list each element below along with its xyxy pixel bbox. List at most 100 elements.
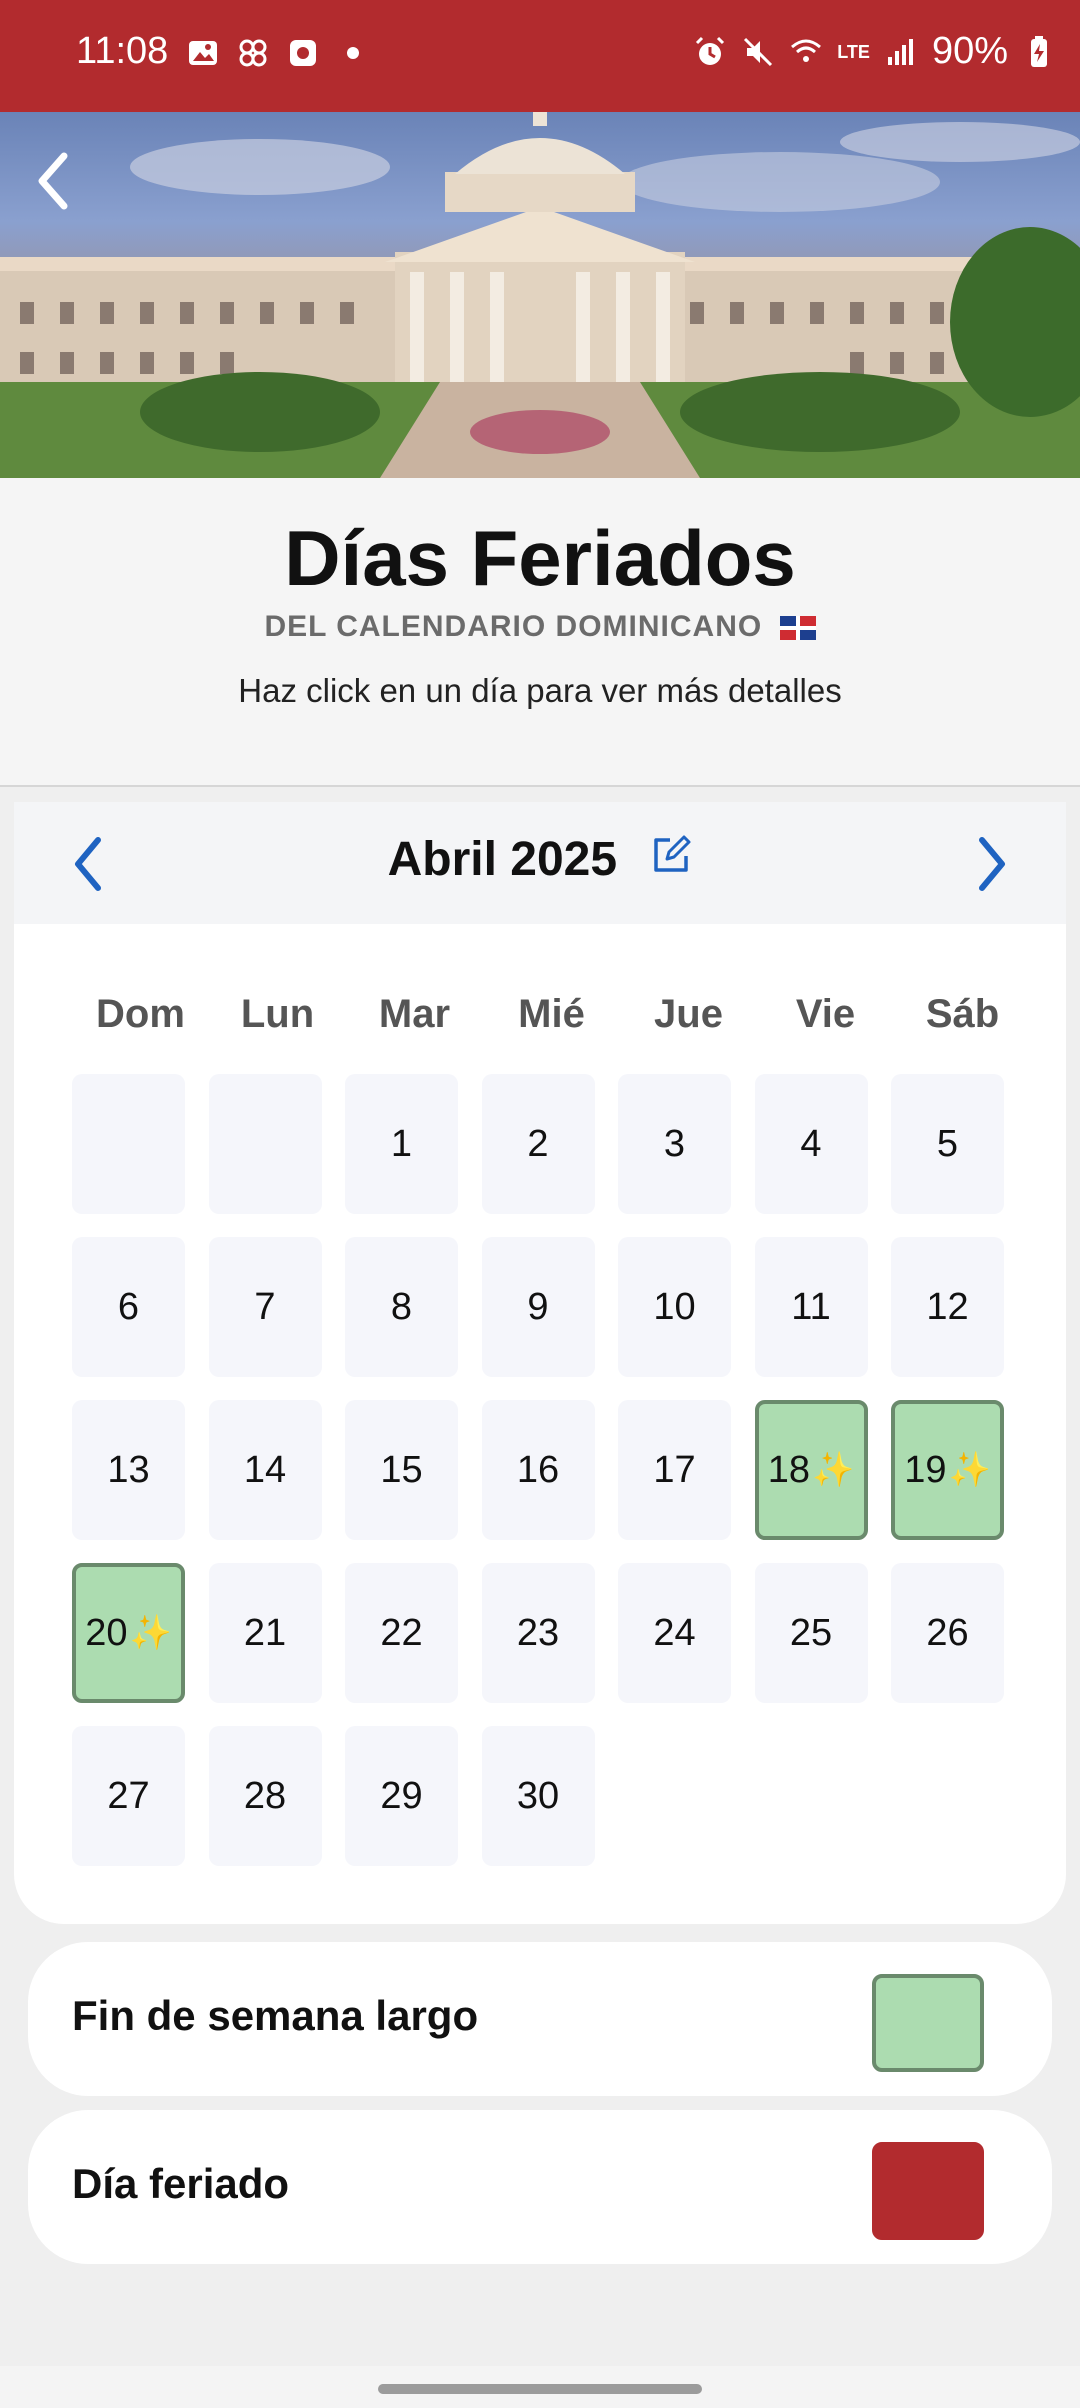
day-number: 4	[800, 1122, 822, 1165]
calendar-day[interactable]: 16	[481, 1400, 595, 1540]
calendar-day-empty	[208, 1074, 322, 1214]
calendar-day[interactable]: 29	[345, 1726, 458, 1866]
calendar-day[interactable]: 23	[481, 1563, 595, 1703]
calendar-day-empty	[72, 1074, 185, 1214]
calendar-day[interactable]: 17	[618, 1400, 731, 1540]
calendar-day[interactable]: 4	[754, 1074, 868, 1214]
day-number: 16	[516, 1448, 560, 1491]
calendar-day[interactable]: 24	[618, 1563, 731, 1703]
page-subtitle: DEL CALENDARIO DOMINICANO	[0, 610, 1080, 644]
month-title[interactable]: Abril 2025	[14, 832, 1066, 887]
calendar-day[interactable]: 12	[891, 1237, 1004, 1377]
weekday-label: Mié	[518, 992, 585, 1036]
calendar-day[interactable]: 18 ✨	[754, 1400, 868, 1540]
day-number: 30	[516, 1774, 560, 1817]
calendar-day[interactable]: 13	[72, 1400, 185, 1540]
day-number: 26	[926, 1611, 969, 1654]
celebration-icon: ✨	[948, 1451, 991, 1489]
celebration-icon: ✨	[129, 1614, 172, 1652]
battery-percent: 90%	[931, 30, 1008, 72]
calendar-day[interactable]: 8	[345, 1237, 458, 1377]
day-number: 25	[789, 1611, 833, 1654]
calendar-day[interactable]: 9	[481, 1237, 595, 1377]
legend-label: Fin de semana largo	[72, 1992, 479, 2039]
back-button[interactable]	[28, 146, 78, 216]
status-time: 11:08	[76, 30, 169, 72]
day-number: 11	[791, 1285, 831, 1328]
record-icon	[290, 40, 316, 66]
month-label: Abril 2025	[387, 833, 618, 886]
network-label: LTE	[837, 41, 870, 62]
calendar-day[interactable]: 27	[72, 1726, 185, 1866]
day-number: 23	[516, 1611, 560, 1654]
calendar-day[interactable]: 28	[208, 1726, 322, 1866]
calendar-day[interactable]: 21	[208, 1563, 322, 1703]
calendar-day[interactable]: 14	[208, 1400, 322, 1540]
day-number: 22	[380, 1611, 423, 1654]
holiday-color-swatch	[872, 2142, 984, 2240]
weekday-label: Vie	[795, 992, 856, 1036]
legend-long-weekend: Fin de semana largo	[28, 1942, 1052, 2096]
day-number: 27	[107, 1774, 150, 1817]
weekday-label: Dom	[96, 992, 185, 1036]
notification-icons	[186, 36, 370, 70]
calendar-day[interactable]: 5	[891, 1074, 1004, 1214]
pinwheel-icon	[239, 39, 267, 67]
system-icons: LTE 90%	[693, 30, 1056, 73]
next-month-button[interactable]	[966, 832, 1016, 896]
day-number: 19	[904, 1448, 947, 1491]
dot-icon	[347, 47, 359, 59]
page-header: Días Feriados DEL CALENDARIO DOMINICANO …	[0, 478, 1080, 787]
day-number: 3	[663, 1122, 686, 1165]
day-number: 21	[243, 1611, 287, 1654]
day-number: 9	[527, 1285, 549, 1328]
mute-icon	[744, 37, 773, 66]
weekday-label: Mar	[378, 992, 451, 1036]
battery-charging-icon	[1031, 35, 1047, 67]
day-number: 13	[107, 1448, 150, 1491]
calendar-day[interactable]: 25	[754, 1563, 868, 1703]
day-number: 14	[243, 1448, 287, 1491]
weekday-label: Sáb	[925, 992, 1000, 1036]
calendar-day[interactable]: 30	[481, 1726, 595, 1866]
instruction-hint: Haz click en un día para ver más detalle…	[238, 671, 842, 709]
edit-icon[interactable]	[650, 834, 692, 876]
dominican-flag-icon	[779, 615, 816, 640]
calendar-day[interactable]: 22	[345, 1563, 458, 1703]
day-number: 17	[653, 1448, 696, 1491]
day-number: 7	[254, 1285, 276, 1328]
day-number: 28	[243, 1774, 287, 1817]
calendar-day[interactable]: 19 ✨	[891, 1400, 1004, 1540]
day-number: 5	[936, 1122, 959, 1165]
day-number: 10	[653, 1285, 696, 1328]
subtitle-text: DEL CALENDARIO DOMINICANO	[264, 609, 763, 643]
day-number: 12	[926, 1285, 969, 1328]
day-number: 24	[653, 1611, 696, 1654]
celebration-icon: ✨	[811, 1451, 855, 1489]
calendar-day[interactable]: 10	[618, 1237, 731, 1377]
weekday-label: Lun	[240, 992, 315, 1036]
page-title: Días Feriados	[284, 514, 796, 602]
weekday-row: Dom Lun Mar Mié Jue Vie Sáb	[72, 992, 1032, 1037]
long-weekend-color-swatch	[872, 1974, 984, 2072]
day-number: 2	[527, 1122, 549, 1165]
calendar-day[interactable]: 11	[754, 1237, 868, 1377]
status-bar: 11:08 LTE 90%	[0, 0, 1080, 112]
calendar-day[interactable]: 1	[345, 1074, 458, 1214]
palace-illustration	[0, 112, 1080, 478]
calendar-header: Abril 2025	[14, 802, 1066, 924]
legend-holiday: Día feriado	[28, 2110, 1052, 2264]
calendar-day[interactable]: 6	[72, 1237, 185, 1377]
weekday-label: Jue	[654, 992, 723, 1036]
calendar-day[interactable]: 7	[208, 1237, 322, 1377]
home-indicator[interactable]	[378, 2384, 702, 2394]
day-number: 18	[767, 1448, 810, 1491]
day-number: 15	[380, 1448, 423, 1491]
calendar-day[interactable]: 15	[345, 1400, 458, 1540]
calendar-day[interactable]: 2	[481, 1074, 595, 1214]
calendar-day[interactable]: 3	[618, 1074, 731, 1214]
calendar-day[interactable]: 26	[891, 1563, 1004, 1703]
calendar-day[interactable]: 20 ✨	[72, 1563, 185, 1703]
day-number: 29	[380, 1774, 423, 1817]
wifi-icon	[791, 39, 822, 62]
